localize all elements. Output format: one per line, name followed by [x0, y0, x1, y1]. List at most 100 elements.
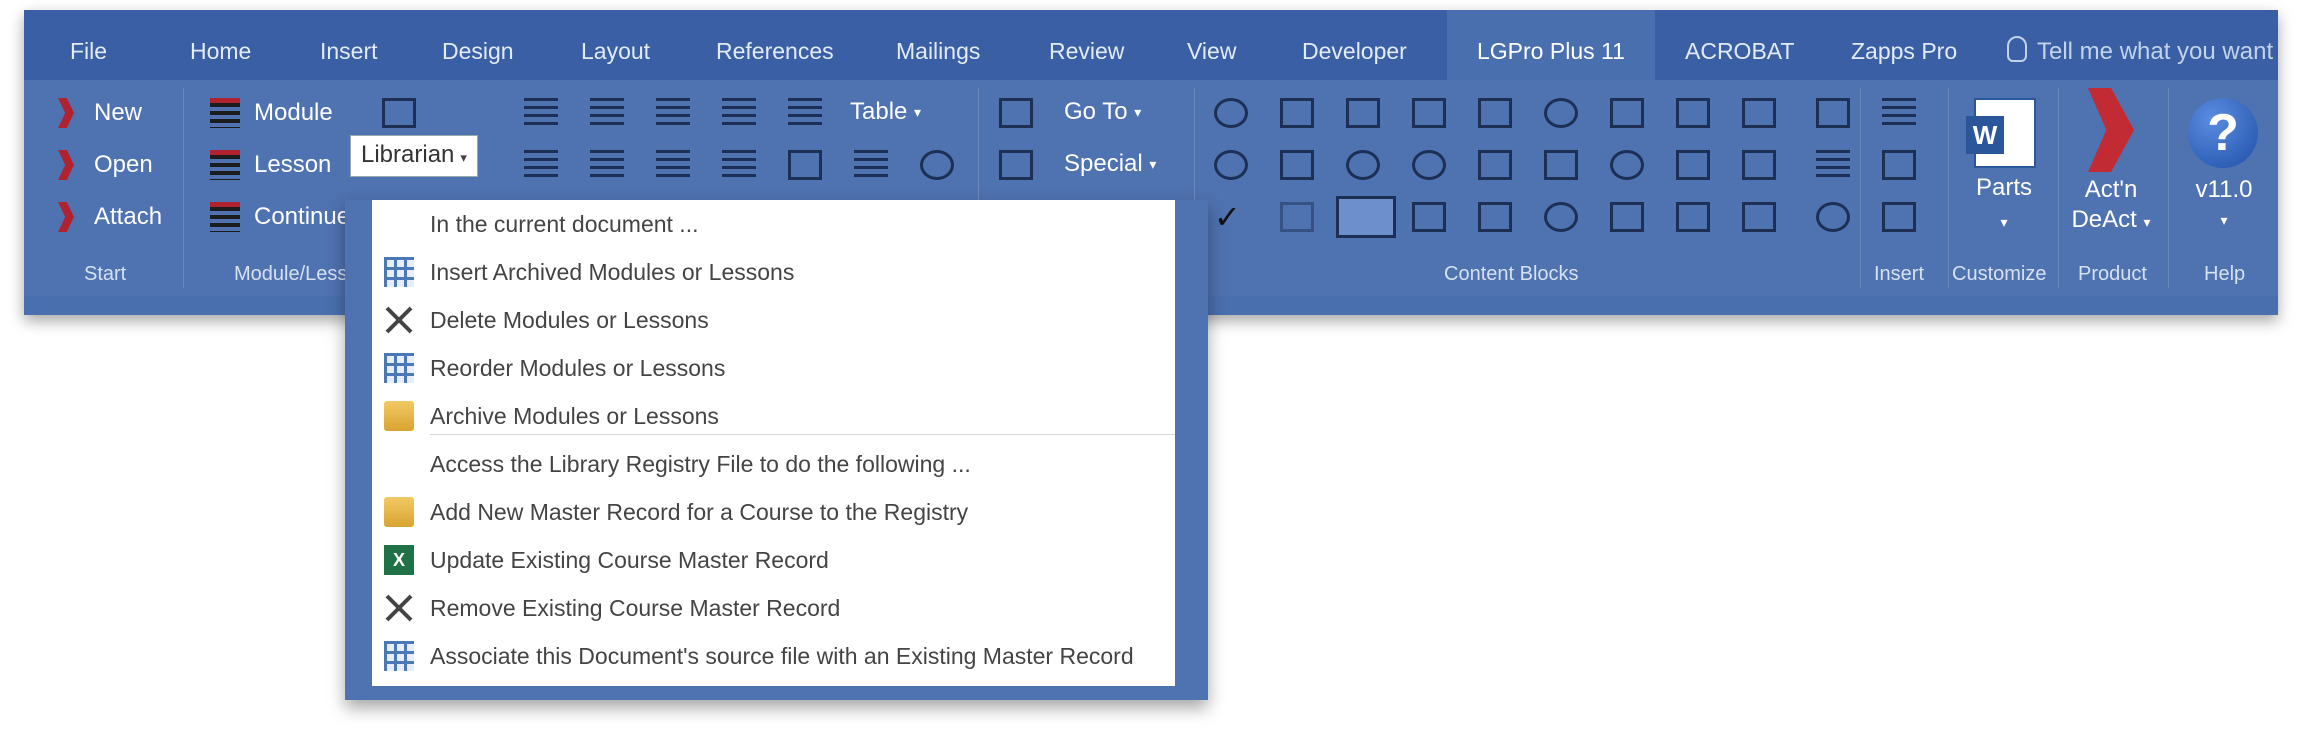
pen-lines-icon[interactable]: [1816, 150, 1850, 180]
menu-item-label: Associate this Document's source file wi…: [430, 642, 1134, 669]
increase-indent-icon[interactable]: [788, 98, 822, 128]
chevron-down-icon[interactable]: ▾: [2174, 212, 2274, 229]
toolbox-icon[interactable]: [1742, 150, 1776, 180]
te-icon[interactable]: [1882, 150, 1916, 180]
gem-icon[interactable]: [1346, 98, 1380, 128]
tab-view[interactable]: View: [1187, 10, 1236, 80]
special-button[interactable]: Special ▾: [1064, 150, 1156, 178]
open-button[interactable]: Open: [58, 150, 153, 180]
scales-icon[interactable]: [1742, 98, 1776, 128]
indent-icon[interactable]: [656, 150, 690, 180]
tab-review[interactable]: Review: [1049, 10, 1124, 80]
box-x-icon[interactable]: [1816, 98, 1850, 128]
wave-icon[interactable]: [920, 150, 954, 180]
tab-developer[interactable]: Developer: [1302, 10, 1407, 80]
clock-icon[interactable]: [1610, 150, 1644, 180]
tictactoe-icon[interactable]: [1280, 202, 1314, 232]
monitor-icon[interactable]: [1280, 98, 1314, 128]
tab-mailings[interactable]: Mailings: [896, 10, 980, 80]
clapper-icon[interactable]: [1676, 150, 1710, 180]
module-button[interactable]: Module: [210, 98, 333, 128]
goto-button[interactable]: Go To ▾: [1064, 98, 1141, 126]
presenter-icon[interactable]: [1610, 98, 1644, 128]
footnote-icon[interactable]: [788, 150, 822, 180]
group-label-customize: Customize: [1952, 263, 2047, 285]
tab-layout[interactable]: Layout: [581, 10, 650, 80]
help-question-icon[interactable]: ?: [2188, 98, 2258, 168]
badge-icon[interactable]: [1280, 150, 1314, 180]
group-label-start: Start: [84, 263, 127, 285]
users-icon[interactable]: [1214, 98, 1248, 128]
list-indent-icon[interactable]: [590, 98, 624, 128]
tablet-icon[interactable]: [1610, 202, 1644, 232]
special-label: Special: [1064, 150, 1143, 177]
menu-item-insert-archived[interactable]: Insert Archived Modules or Lessons: [372, 248, 1175, 296]
info-doc-icon[interactable]: [1478, 150, 1512, 180]
menu-item-reorder[interactable]: Reorder Modules or Lessons: [372, 344, 1175, 392]
numbered-list-icon[interactable]: [524, 150, 558, 180]
lesson-button[interactable]: Lesson: [210, 150, 331, 180]
help-bubble-icon[interactable]: [1544, 98, 1578, 128]
new-button[interactable]: New: [58, 98, 142, 128]
camera-icon[interactable]: [1412, 202, 1446, 232]
tag-icon[interactable]: [999, 98, 1033, 128]
version-button[interactable]: v11.0: [2174, 176, 2274, 204]
chat-icon[interactable]: [1544, 150, 1578, 180]
lines-menu-icon[interactable]: [1882, 98, 1916, 128]
image-add-icon[interactable]: [1478, 98, 1512, 128]
microscope-icon[interactable]: [1412, 98, 1446, 128]
menu-item-associate-source[interactable]: Associate this Document's source file wi…: [372, 632, 1175, 680]
menu-item-delete[interactable]: Delete Modules or Lessons: [372, 296, 1175, 344]
tab-home[interactable]: Home: [190, 10, 251, 80]
magnifier-check-icon[interactable]: [1336, 196, 1396, 238]
tab-file[interactable]: File: [70, 10, 107, 80]
tab-lgpro-plus-11[interactable]: LGPro Plus 11: [1447, 10, 1655, 80]
headphones-icon[interactable]: [1214, 150, 1248, 180]
continue-label: Continue: [254, 203, 351, 230]
new-label: New: [94, 99, 143, 126]
document-icon[interactable]: [1742, 202, 1776, 232]
tab-references[interactable]: References: [716, 10, 834, 80]
menu-item-update-master-record[interactable]: X Update Existing Course Master Record: [372, 536, 1175, 584]
alarm-icon[interactable]: [1346, 150, 1380, 180]
special-doc-icon[interactable]: [999, 150, 1033, 180]
librarian-dropdown-button[interactable]: Librarian ▾: [350, 135, 478, 177]
red-chevron-icon: [58, 202, 74, 232]
checkmark-icon[interactable]: ✓: [1214, 201, 1248, 233]
group-separator: [1948, 88, 1949, 288]
screen-play-icon[interactable]: [1478, 202, 1512, 232]
word-parts-icon[interactable]: W: [1966, 98, 2036, 168]
menu-item-add-master-record[interactable]: Add New Master Record for a Course to th…: [372, 488, 1175, 536]
chevron-down-icon[interactable]: ▾: [1954, 214, 2054, 231]
coin-icon[interactable]: [1412, 150, 1446, 180]
menu-item-archive[interactable]: Archive Modules or Lessons: [372, 392, 1175, 440]
deact-button[interactable]: DeAct ▾: [2056, 206, 2166, 234]
copyright-icon[interactable]: [1816, 202, 1850, 232]
tab-design[interactable]: Design: [442, 10, 514, 80]
menu-item-remove-master-record[interactable]: Remove Existing Course Master Record: [372, 584, 1175, 632]
tab-acrobat[interactable]: ACROBAT: [1685, 10, 1794, 80]
actn-label[interactable]: Act'n: [2056, 176, 2166, 204]
microphone-icon[interactable]: [1544, 202, 1578, 232]
outdent-icon[interactable]: [590, 150, 624, 180]
group-separator: [1860, 88, 1861, 288]
table-button[interactable]: Table ▾: [850, 98, 921, 126]
parts-button[interactable]: Parts: [1954, 174, 2054, 202]
tab-insert[interactable]: Insert: [320, 10, 378, 80]
attach-button[interactable]: Attach: [58, 202, 162, 232]
continue-button[interactable]: Continue: [210, 202, 350, 232]
red-g-icon[interactable]: [1676, 98, 1710, 128]
bullet-list-icon[interactable]: [656, 98, 690, 128]
tell-me-search[interactable]: Tell me what you want: [2007, 10, 2273, 80]
sort-icon[interactable]: [722, 150, 756, 180]
book-icon[interactable]: [1676, 202, 1710, 232]
tab-zapps-pro[interactable]: Zapps Pro: [1851, 10, 1957, 80]
group-separator: [183, 88, 184, 288]
decrease-indent-icon[interactable]: [722, 98, 756, 128]
list-style-icon[interactable]: [524, 98, 558, 128]
add-record-icon: [384, 497, 414, 527]
paragraph-mark-icon[interactable]: [854, 150, 888, 180]
text-cursor-icon[interactable]: [1882, 202, 1916, 232]
excel-update-icon: X: [384, 545, 414, 575]
module-settings-icon[interactable]: [382, 98, 416, 128]
